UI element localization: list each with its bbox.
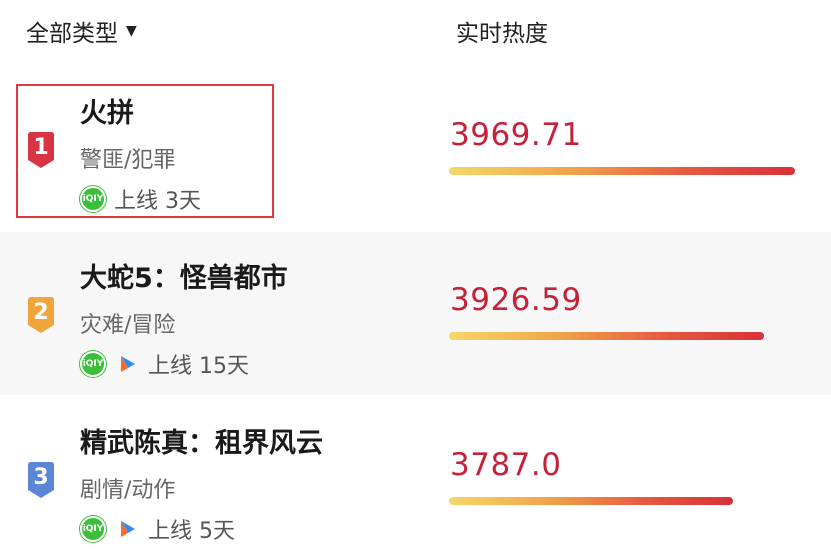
caret-down-icon: ▼	[126, 23, 137, 39]
online-status: iQIY 上线 15天	[80, 350, 249, 379]
rank-number: 3	[33, 465, 49, 490]
movie-title[interactable]: 精武陈真：租界风云	[80, 421, 323, 460]
heat-value: 3926.59	[450, 282, 582, 318]
rank-number: 2	[33, 300, 49, 325]
type-filter-label: 全部类型	[26, 21, 118, 47]
type-filter-dropdown[interactable]: 全部类型 ▼	[26, 14, 137, 48]
rank-badge-icon: 3	[25, 461, 57, 499]
heat-column-header: 实时热度	[456, 21, 548, 47]
online-days: 上线 15天	[148, 354, 249, 379]
youku-play-icon	[114, 516, 140, 542]
online-days: 上线 5天	[148, 519, 235, 544]
list-header: 全部类型 ▼ 实时热度	[0, 0, 831, 66]
iqiyi-icon: iQIY	[80, 351, 106, 377]
youku-play-icon	[114, 351, 140, 377]
ranking-row-3[interactable]: 3 精武陈真：租界风云 剧情/动作 iQIY 上线 5天 3787.0	[0, 397, 831, 560]
movie-genre: 剧情/动作	[80, 478, 176, 503]
movie-genre: 灾难/冒险	[80, 313, 176, 338]
heat-bar	[449, 167, 795, 175]
ranking-row-2[interactable]: 2 大蛇5：怪兽都市 灾难/冒险 iQIY 上线 15天 3926.59	[0, 232, 831, 395]
heat-value: 3969.71	[450, 117, 582, 153]
rank-badge-icon: 2	[25, 296, 57, 334]
online-status: iQIY 上线 5天	[80, 515, 235, 544]
movie-title[interactable]: 大蛇5：怪兽都市	[80, 256, 288, 295]
heat-bar	[449, 332, 764, 340]
heat-value: 3787.0	[450, 447, 562, 483]
heat-bar	[449, 497, 733, 505]
highlight-box	[16, 84, 274, 218]
iqiyi-icon: iQIY	[80, 516, 106, 542]
